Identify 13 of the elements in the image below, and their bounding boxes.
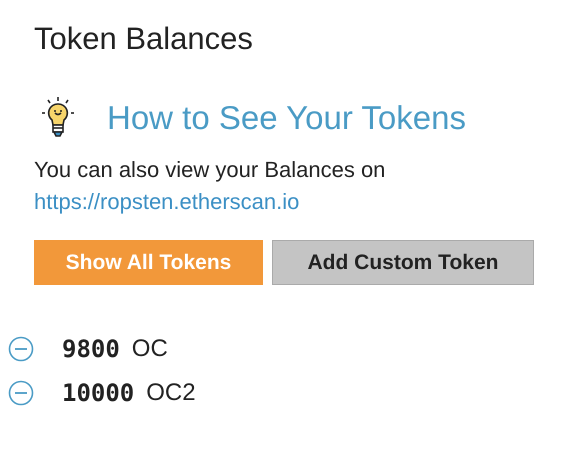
- token-symbol: OC2: [146, 378, 196, 408]
- token-button[interactable]: Add Custom Token: [272, 240, 534, 285]
- token-button[interactable]: Show All Tokens: [34, 240, 263, 285]
- etherscan-link[interactable]: https://ropsten.etherscan.io: [34, 186, 300, 218]
- token-amount: 9800: [62, 334, 120, 365]
- help-heading[interactable]: How to See Your Tokens: [107, 98, 466, 138]
- lightbulb-icon: [42, 96, 74, 140]
- token-amount: 10000: [62, 378, 134, 409]
- help-text: You can also view your Balances on: [34, 156, 386, 184]
- token-symbol: OC: [132, 334, 168, 364]
- remove-icon[interactable]: [8, 380, 34, 406]
- remove-icon[interactable]: [8, 336, 34, 362]
- page-title: Token Balances: [34, 20, 254, 58]
